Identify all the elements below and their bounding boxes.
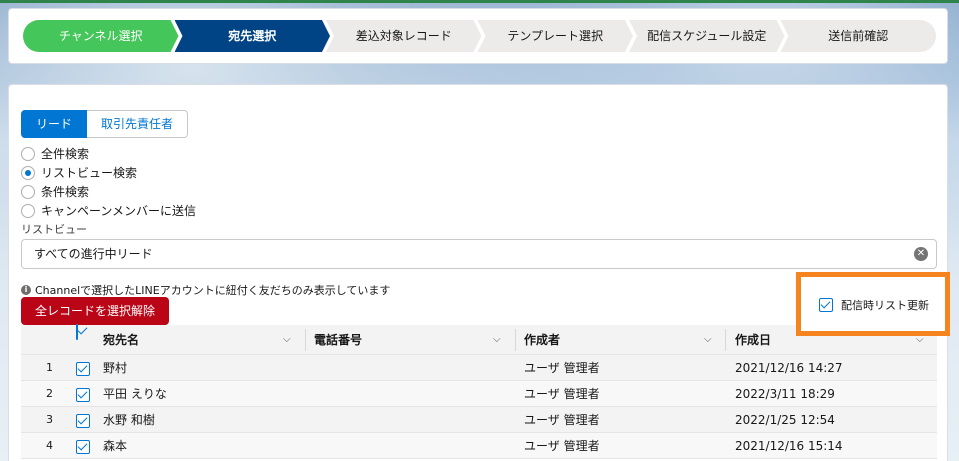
info-message: i Channelで選択したLINEアカウントに紐付く友だちのみ表示しています (21, 282, 390, 298)
column-divider (515, 329, 516, 351)
path-step-schedule[interactable]: 配信スケジュール設定 (629, 20, 785, 52)
path-step-merge-record[interactable]: 差込対象レコード (326, 20, 482, 52)
refresh-list-label: 配信時リスト更新 (841, 299, 929, 312)
table-row: 2 平田 えりな ユーザ 管理者 2022/3/11 18:29 (21, 381, 937, 407)
radio-campaign-member[interactable]: キャンペーンメンバーに送信 (21, 201, 196, 220)
cell-creator: ユーザ 管理者 (524, 413, 600, 427)
listview-label: リストビュー (21, 223, 87, 236)
object-tabs: リード 取引先責任者 (21, 110, 189, 138)
cell-name: 森本 (103, 439, 128, 453)
radio-label: キャンペーンメンバーに送信 (41, 204, 197, 218)
column-header-name[interactable]: 宛先名 (103, 325, 139, 355)
row-number: 3 (46, 413, 53, 426)
column-divider (305, 329, 306, 351)
progress-path: チャンネル選択 宛先選択 差込対象レコード テンプレート選択 配信スケジュール設… (23, 20, 936, 52)
table-row: 4 森本 ユーザ 管理者 2021/12/16 15:14 (21, 433, 937, 459)
column-header-creator[interactable]: 作成者 (524, 325, 560, 355)
clear-icon[interactable]: ✕ (914, 247, 928, 261)
tab-contact[interactable]: 取引先責任者 (87, 110, 189, 138)
cell-name: 水野 和樹 (103, 413, 155, 427)
table-row: 3 水野 和樹 ユーザ 管理者 2022/1/25 12:54 (21, 407, 937, 433)
chevron-down-icon[interactable]: ⌵ (704, 325, 712, 355)
info-icon: i (21, 285, 31, 295)
radio-button[interactable] (21, 184, 35, 199)
cell-created: 2022/3/11 18:29 (735, 387, 835, 401)
radio-button[interactable] (21, 203, 35, 218)
row-number: 4 (46, 439, 53, 452)
row-number: 1 (46, 361, 53, 374)
radio-label: 条件検索 (41, 185, 90, 199)
search-mode-group: 全件検索 リストビュー検索 条件検索 キャンペーンメンバーに送信 (21, 144, 196, 220)
listview-combobox[interactable]: すべての進行中リード ✕ (21, 239, 937, 269)
cell-name: 野村 (103, 361, 128, 375)
select-all-checkbox[interactable] (76, 324, 78, 340)
radio-button[interactable] (21, 146, 35, 161)
radio-condition-search[interactable]: 条件検索 (21, 182, 196, 201)
column-header-created[interactable]: 作成日 (735, 325, 771, 355)
radio-all-search[interactable]: 全件検索 (21, 144, 196, 163)
recipient-table: 宛先名 ⌵ 電話番号 ⌵ 作成者 ⌵ 作成日 ⌵ 1 野村 ユーザ 管理者 20… (21, 324, 937, 459)
chevron-down-icon[interactable]: ⌵ (493, 325, 501, 355)
cell-created: 2022/1/25 12:54 (735, 413, 835, 427)
row-checkbox[interactable] (76, 440, 90, 454)
path-step-recipient[interactable]: 宛先選択 (175, 20, 331, 52)
cell-created: 2021/12/16 14:27 (735, 361, 843, 375)
row-checkbox[interactable] (76, 414, 90, 428)
radio-listview-search[interactable]: リストビュー検索 (21, 163, 196, 182)
path-step-confirm[interactable]: 送信前確認 (780, 20, 936, 52)
cell-name: 平田 えりな (103, 387, 167, 401)
radio-label: リストビュー検索 (41, 166, 138, 180)
row-checkbox[interactable] (76, 362, 90, 376)
column-header-phone[interactable]: 電話番号 (314, 325, 362, 355)
path-card: チャンネル選択 宛先選択 差込対象レコード テンプレート選択 配信スケジュール設… (8, 8, 948, 64)
top-accent-line (0, 0, 959, 3)
listview-value: すべての進行中リード (34, 247, 153, 261)
radio-button[interactable] (21, 165, 35, 180)
refresh-list-checkbox[interactable] (819, 298, 833, 312)
row-checkbox[interactable] (76, 388, 90, 402)
cell-creator: ユーザ 管理者 (524, 439, 600, 453)
refresh-list-highlight: 配信時リスト更新 (796, 272, 950, 336)
recipient-card: リード 取引先責任者 全件検索 リストビュー検索 条件検索 キャンペーンメンバー… (8, 84, 950, 461)
refresh-list-checkbox-row[interactable]: 配信時リスト更新 (819, 297, 929, 313)
cell-creator: ユーザ 管理者 (524, 361, 600, 375)
path-step-channel[interactable]: チャンネル選択 (23, 20, 179, 52)
path-step-template[interactable]: テンプレート選択 (478, 20, 634, 52)
column-divider (725, 329, 726, 351)
row-number: 2 (46, 387, 53, 400)
deselect-all-button[interactable]: 全レコードを選択解除 (21, 297, 170, 325)
cell-created: 2021/12/16 15:14 (735, 439, 843, 453)
tab-lead[interactable]: リード (21, 110, 88, 138)
radio-label: 全件検索 (41, 147, 90, 161)
cell-creator: ユーザ 管理者 (524, 387, 600, 401)
info-text: Channelで選択したLINEアカウントに紐付く友だちのみ表示しています (35, 284, 391, 297)
chevron-down-icon[interactable]: ⌵ (283, 325, 291, 355)
table-row: 1 野村 ユーザ 管理者 2021/12/16 14:27 (21, 355, 937, 381)
